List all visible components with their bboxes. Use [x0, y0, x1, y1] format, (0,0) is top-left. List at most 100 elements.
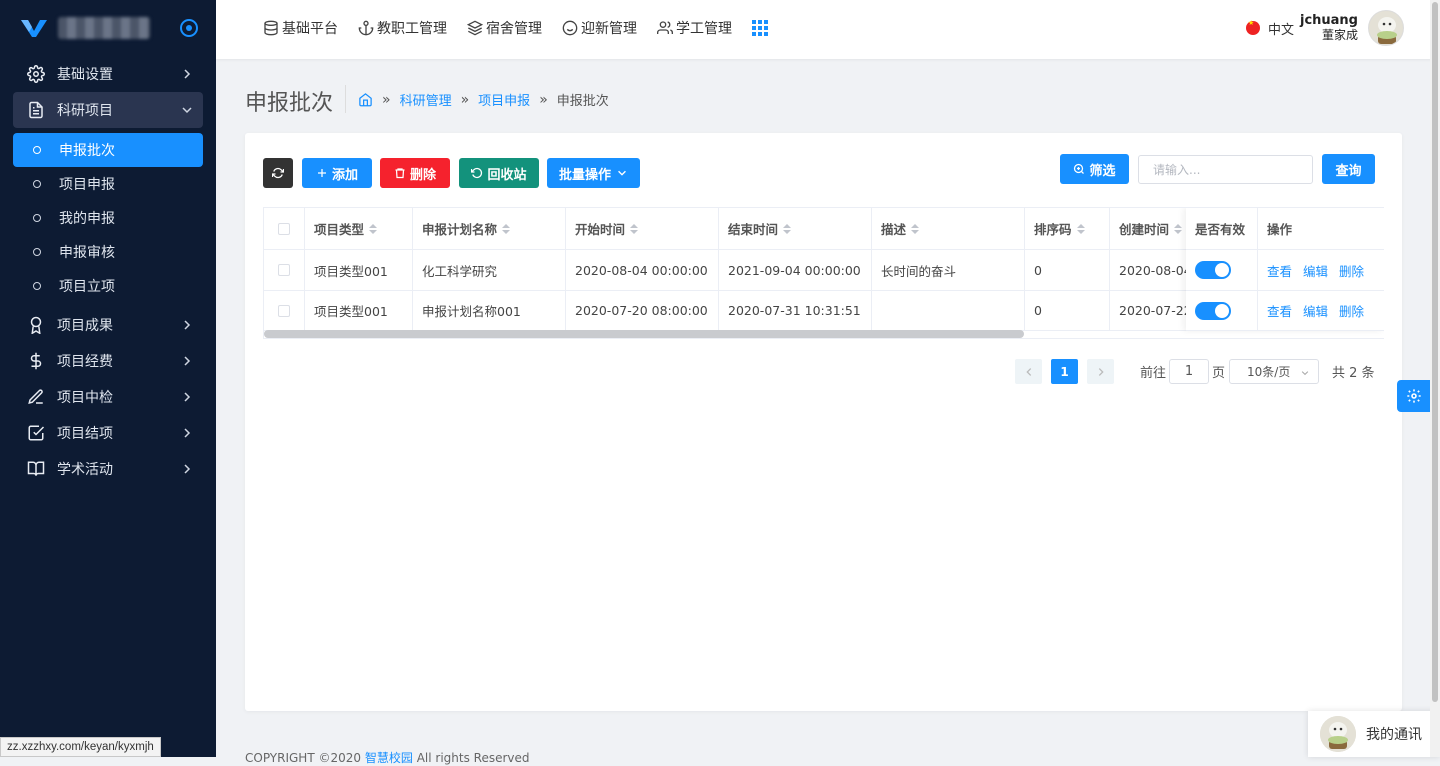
- select-all-checkbox[interactable]: [278, 222, 290, 235]
- menu-item-research-projects[interactable]: 科研项目: [13, 92, 203, 128]
- sort-icon[interactable]: [369, 223, 378, 234]
- prev-page-button[interactable]: [1015, 359, 1042, 384]
- copyright-link[interactable]: 智慧校园: [365, 751, 413, 765]
- logo-text-blurred: [58, 17, 150, 39]
- my-contacts-widget[interactable]: 我的通讯: [1308, 711, 1440, 757]
- sort-icon[interactable]: [1174, 223, 1183, 234]
- header-right: 中文 jchuang 董家成: [1245, 10, 1404, 46]
- nav-basic-platform[interactable]: 基础平台: [263, 18, 338, 38]
- document-icon: [26, 100, 46, 120]
- circle-icon: [33, 282, 41, 290]
- circle-icon: [33, 214, 41, 222]
- search-input[interactable]: [1138, 155, 1313, 184]
- menu-label: 学术活动: [57, 462, 113, 478]
- add-button[interactable]: 添加: [302, 158, 372, 188]
- breadcrumb-separator: »: [460, 91, 470, 108]
- cell-name: 申报计划名称001: [413, 291, 566, 330]
- nav-student[interactable]: 学工管理: [657, 18, 732, 38]
- page-scrollbar[interactable]: [1430, 0, 1440, 757]
- col-label: 排序码: [1034, 222, 1072, 237]
- col-label: 项目类型: [314, 222, 365, 237]
- recycle-button[interactable]: 回收站: [459, 158, 539, 188]
- nav-staff[interactable]: 教职工管理: [358, 18, 447, 38]
- edit-link[interactable]: 编辑: [1303, 261, 1328, 280]
- delete-button[interactable]: 删除: [380, 158, 450, 188]
- goto-page-input[interactable]: 1: [1169, 359, 1209, 384]
- batch-operations-button[interactable]: 批量操作: [547, 158, 640, 188]
- menu-item-closing[interactable]: 项目结项: [0, 415, 216, 451]
- col-header[interactable]: 描述: [872, 208, 1025, 249]
- view-link[interactable]: 查看: [1267, 301, 1292, 320]
- sort-icon[interactable]: [783, 223, 792, 234]
- col-header-actions: 操作: [1258, 208, 1384, 249]
- col-header[interactable]: 项目类型: [305, 208, 413, 249]
- apps-grid-icon[interactable]: [752, 20, 768, 36]
- row-checkbox[interactable]: [278, 304, 290, 317]
- col-label: 申报计划名称: [422, 222, 498, 237]
- sort-icon[interactable]: [502, 223, 511, 234]
- goto-suffix: 页: [1212, 366, 1226, 381]
- total-count: 共 2 条: [1332, 366, 1375, 381]
- nav-dorm[interactable]: 宿舍管理: [467, 18, 542, 38]
- menu-item-funding[interactable]: 项目经费: [0, 343, 216, 379]
- chevron-down-icon: [1301, 371, 1309, 376]
- avatar[interactable]: [1368, 10, 1404, 46]
- rotate-icon: [471, 167, 483, 179]
- page-size-select[interactable]: 10条/页: [1229, 359, 1319, 384]
- filter-button[interactable]: 筛选: [1060, 154, 1129, 184]
- view-link[interactable]: 查看: [1267, 261, 1292, 280]
- sort-icon[interactable]: [911, 223, 920, 234]
- col-header[interactable]: 开始时间: [566, 208, 719, 249]
- cell-end: 2021-09-04 00:00:00: [719, 250, 872, 290]
- actions-cell: 查看 编辑 删除: [1258, 291, 1384, 330]
- floating-settings-button[interactable]: [1397, 380, 1431, 412]
- nav-label: 学工管理: [676, 21, 732, 37]
- home-icon[interactable]: [358, 92, 373, 107]
- language-switch[interactable]: 中文: [1245, 19, 1294, 38]
- submenu-label: 申报批次: [59, 143, 115, 159]
- sort-icon[interactable]: [630, 223, 639, 234]
- menu-item-midterm[interactable]: 项目中检: [0, 379, 216, 415]
- valid-toggle[interactable]: [1195, 301, 1231, 320]
- submenu-item-my-apply[interactable]: 我的申报: [0, 201, 216, 235]
- col-label: 开始时间: [575, 222, 626, 237]
- submenu-item-establish[interactable]: 项目立项: [0, 269, 216, 303]
- copyright: COPYRIGHT ©2020 智慧校园 All rights Reserved: [245, 749, 530, 766]
- refresh-button[interactable]: [263, 158, 293, 188]
- sort-icon[interactable]: [1076, 223, 1085, 234]
- breadcrumb-research[interactable]: 科研管理: [400, 90, 452, 109]
- next-page-button[interactable]: [1087, 359, 1114, 384]
- col-label: 结束时间: [728, 222, 779, 237]
- horizontal-scrollbar[interactable]: [264, 330, 1024, 338]
- edit-link[interactable]: 编辑: [1303, 301, 1328, 320]
- delete-link[interactable]: 删除: [1339, 301, 1364, 320]
- col-header[interactable]: 申报计划名称: [413, 208, 566, 249]
- award-icon: [26, 315, 46, 335]
- menu-item-achievements[interactable]: 项目成果: [0, 307, 216, 343]
- breadcrumb-apply[interactable]: 项目申报: [478, 90, 530, 109]
- col-header[interactable]: 结束时间: [719, 208, 872, 249]
- row-checkbox[interactable]: [278, 264, 290, 276]
- chevron-right-icon: [1098, 367, 1104, 376]
- menu-item-basic-settings[interactable]: 基础设置: [0, 56, 216, 92]
- col-header[interactable]: 排序码: [1025, 208, 1110, 249]
- delete-label: 删除: [409, 167, 436, 183]
- delete-link[interactable]: 删除: [1339, 261, 1364, 280]
- submenu-item-review[interactable]: 申报审核: [0, 235, 216, 269]
- valid-toggle[interactable]: [1195, 261, 1231, 279]
- collapse-sidebar-button[interactable]: [180, 19, 198, 37]
- menu-item-academic[interactable]: 学术活动: [0, 451, 216, 487]
- submenu-label: 项目立项: [59, 279, 115, 295]
- query-button[interactable]: 查询: [1322, 154, 1375, 184]
- user-info[interactable]: jchuang 董家成: [1300, 14, 1358, 43]
- submenu-item-apply[interactable]: 项目申报: [0, 167, 216, 201]
- actions-cell: 查看 编辑 删除: [1258, 250, 1384, 290]
- page-1-button[interactable]: 1: [1051, 359, 1078, 384]
- logo-row: [0, 0, 216, 56]
- cell-order: 0: [1025, 291, 1110, 330]
- submenu-item-batch[interactable]: 申报批次: [13, 133, 203, 167]
- nav-welcome[interactable]: 迎新管理: [562, 18, 637, 38]
- refresh-icon: [272, 167, 284, 179]
- contact-label: 我的通讯: [1366, 727, 1422, 743]
- realname: 董家成: [1321, 28, 1358, 42]
